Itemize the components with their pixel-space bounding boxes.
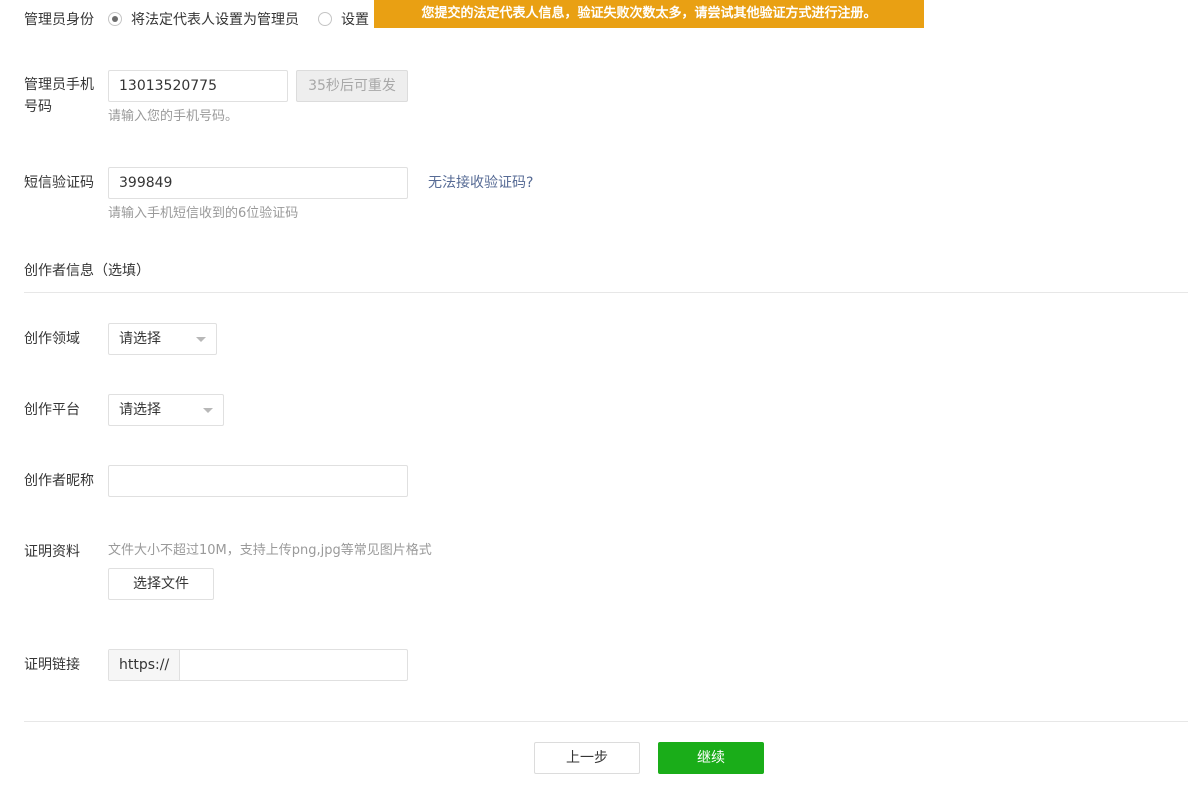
footer-divider bbox=[24, 721, 1188, 722]
radio-other-admin-label[interactable]: 设置 bbox=[341, 9, 369, 31]
phone-label-line1: 管理员手机 bbox=[24, 77, 94, 93]
cannot-receive-code-link[interactable]: 无法接收验证码? bbox=[428, 172, 533, 194]
continue-button[interactable]: 继续 bbox=[658, 742, 764, 774]
creation-platform-select[interactable]: 请选择 bbox=[108, 394, 224, 426]
creation-field-select[interactable]: 请选择 bbox=[108, 323, 217, 355]
creation-field-value: 请选择 bbox=[119, 331, 161, 347]
sms-code-input[interactable]: 399849 bbox=[108, 167, 408, 199]
proof-material-label: 证明资料 bbox=[24, 544, 80, 560]
creator-nickname-input[interactable] bbox=[108, 465, 408, 497]
phone-label: 管理员手机 号码 bbox=[24, 74, 94, 118]
proof-link-label: 证明链接 bbox=[24, 657, 80, 673]
radio-other-admin[interactable] bbox=[318, 12, 332, 26]
admin-identity-label: 管理员身份 bbox=[24, 12, 94, 28]
section-divider bbox=[24, 292, 1188, 293]
proof-link-field: https:// bbox=[108, 649, 408, 681]
phone-input[interactable]: 13013520775 bbox=[108, 70, 288, 102]
resend-code-button[interactable]: 35秒后可重发 bbox=[296, 70, 408, 102]
sms-code-hint: 请输入手机短信收到的6位验证码 bbox=[108, 206, 299, 221]
phone-label-line2: 号码 bbox=[24, 99, 52, 115]
proof-link-input[interactable] bbox=[181, 650, 407, 680]
creation-field-label: 创作领域 bbox=[24, 331, 80, 347]
error-toast: 您提交的法定代表人信息，验证失败次数太多，请尝试其他验证方式进行注册。 bbox=[374, 0, 924, 28]
url-prefix: https:// bbox=[109, 650, 180, 680]
chevron-down-icon bbox=[203, 408, 213, 413]
phone-hint: 请输入您的手机号码。 bbox=[108, 109, 239, 124]
proof-material-hint: 文件大小不超过10M，支持上传png,jpg等常见图片格式 bbox=[108, 543, 432, 558]
radio-legal-rep-as-admin-label[interactable]: 将法定代表人设置为管理员 bbox=[131, 9, 299, 31]
radio-legal-rep-as-admin[interactable] bbox=[108, 12, 122, 26]
sms-code-label: 短信验证码 bbox=[24, 175, 94, 191]
creator-section-title: 创作者信息（选填） bbox=[24, 263, 150, 279]
back-button[interactable]: 上一步 bbox=[534, 742, 640, 774]
chevron-down-icon bbox=[196, 337, 206, 342]
creation-platform-value: 请选择 bbox=[119, 402, 161, 418]
creator-nickname-label: 创作者昵称 bbox=[24, 473, 94, 489]
creation-platform-label: 创作平台 bbox=[24, 402, 80, 418]
choose-file-button[interactable]: 选择文件 bbox=[108, 568, 214, 600]
